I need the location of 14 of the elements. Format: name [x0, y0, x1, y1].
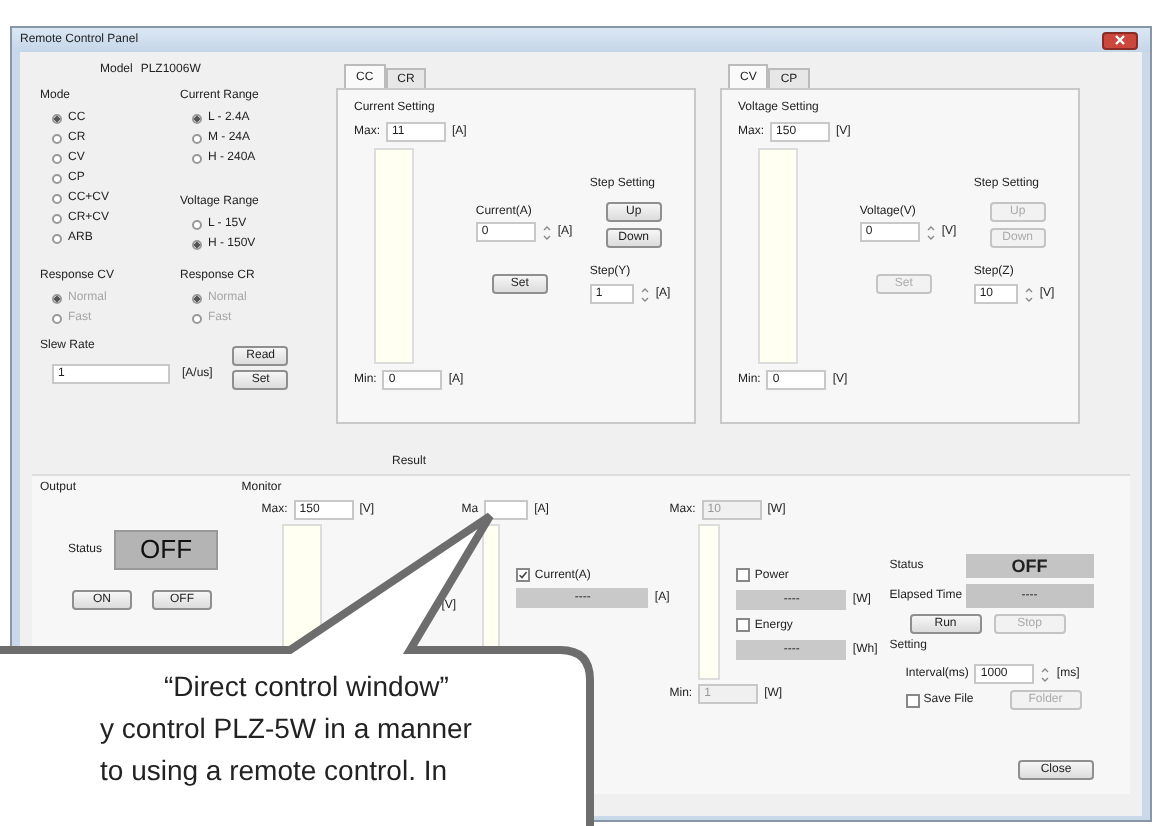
callout-text: to using a remote control. In — [98, 752, 450, 790]
output-status: OFF — [114, 530, 219, 570]
logging-status: OFF — [965, 554, 1094, 578]
spinner-icon[interactable] — [1040, 665, 1051, 683]
close-icon — [1114, 34, 1126, 46]
spinner-icon[interactable] — [639, 285, 650, 303]
callout-text: “Direct control window” — [162, 668, 451, 706]
callout-text: y control PLZ-5W in a manner — [98, 710, 472, 748]
spinner-icon[interactable] — [1023, 285, 1034, 303]
close-button[interactable] — [1102, 31, 1138, 49]
spinner-icon[interactable] — [541, 223, 552, 241]
spinner-icon[interactable] — [925, 223, 936, 241]
check-icon — [518, 570, 529, 580]
max-field[interactable] — [484, 500, 529, 520]
